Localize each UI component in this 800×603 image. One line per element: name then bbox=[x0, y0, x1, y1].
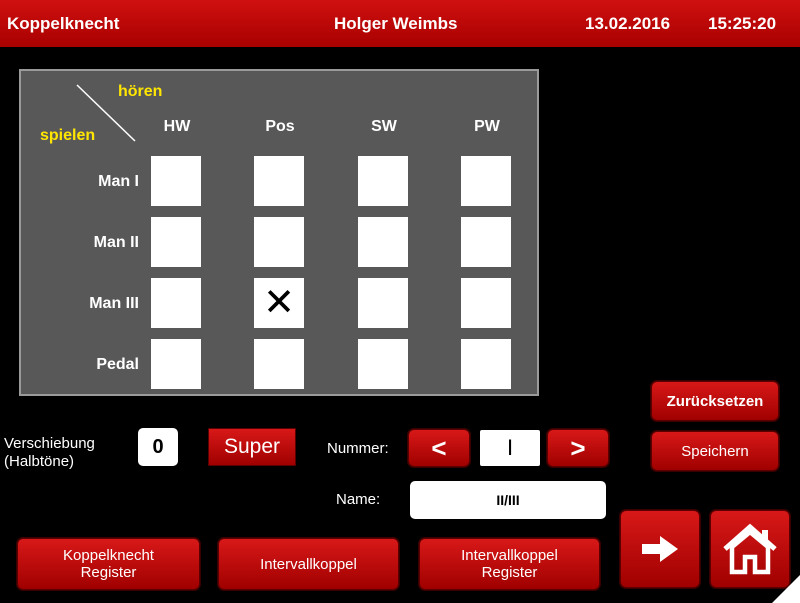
number-value: I bbox=[480, 430, 540, 466]
coupler-register-button[interactable]: Koppelknecht Register bbox=[17, 538, 200, 590]
save-button[interactable]: Speichern bbox=[651, 431, 779, 471]
column-header-hw: HW bbox=[163, 118, 191, 135]
user-name: Holger Weimbs bbox=[334, 14, 458, 33]
coupler-cell[interactable] bbox=[151, 156, 201, 206]
coupler-cell[interactable] bbox=[358, 217, 408, 267]
hear-label: hören bbox=[118, 83, 163, 100]
interval-coupler-button[interactable]: Intervallkoppel bbox=[218, 538, 399, 590]
coupler-register-line2: Register bbox=[80, 564, 137, 581]
transpose-label: Verschiebung (Halbtöne) bbox=[4, 435, 95, 471]
coupler-cell[interactable] bbox=[461, 278, 511, 328]
row-header-man-iii: Man III bbox=[89, 295, 139, 312]
coupler-cell[interactable]: ✕ bbox=[254, 278, 304, 328]
next-page-button[interactable] bbox=[620, 510, 700, 588]
super-button[interactable]: Super bbox=[208, 428, 296, 466]
time-display: 15:25:20 bbox=[708, 14, 777, 33]
column-header-sw: SW bbox=[371, 118, 397, 135]
coupler-cell[interactable] bbox=[151, 217, 201, 267]
row-header-man-i: Man I bbox=[98, 173, 139, 190]
previous-number-button[interactable]: < bbox=[408, 429, 470, 467]
coupler-cell[interactable] bbox=[461, 217, 511, 267]
transpose-label-line2: (Halbtöne) bbox=[4, 453, 75, 470]
home-button[interactable] bbox=[710, 510, 790, 588]
number-label: Nummer: bbox=[327, 440, 389, 457]
coupler-cell[interactable] bbox=[254, 217, 304, 267]
coupler-cell[interactable] bbox=[151, 339, 201, 389]
coupler-cell[interactable] bbox=[358, 339, 408, 389]
row-header-man-ii: Man II bbox=[93, 234, 139, 251]
coupler-cell[interactable] bbox=[151, 278, 201, 328]
name-label: Name: bbox=[336, 491, 381, 508]
coupler-cell[interactable] bbox=[461, 339, 511, 389]
coupler-cell[interactable] bbox=[461, 156, 511, 206]
name-field[interactable]: II/III bbox=[410, 481, 606, 519]
reset-button[interactable]: Zurücksetzen bbox=[651, 381, 779, 421]
interval-register-line2: Register bbox=[481, 564, 538, 581]
play-label: spielen bbox=[40, 127, 96, 144]
title-bar: Koppelknecht Holger Weimbs 13.02.2016 15… bbox=[0, 0, 800, 47]
coupler-cell[interactable] bbox=[254, 339, 304, 389]
coupler-cell[interactable] bbox=[358, 156, 408, 206]
arrow-right-icon bbox=[642, 536, 678, 562]
coupler-register-line1: Koppelknecht bbox=[63, 547, 154, 564]
check-mark-icon: ✕ bbox=[263, 282, 295, 324]
row-header-pedal: Pedal bbox=[96, 356, 139, 373]
coupler-cell[interactable] bbox=[358, 278, 408, 328]
column-header-pos: Pos bbox=[265, 118, 295, 135]
column-header-pw: PW bbox=[474, 118, 500, 135]
app-title: Koppelknecht bbox=[7, 14, 120, 33]
coupler-cell[interactable] bbox=[254, 156, 304, 206]
transpose-label-line1: Verschiebung bbox=[4, 435, 95, 452]
next-number-button[interactable]: > bbox=[547, 429, 609, 467]
date-display: 13.02.2016 bbox=[585, 14, 671, 33]
interval-register-line1: Intervallkoppel bbox=[461, 547, 558, 564]
home-icon bbox=[723, 523, 777, 575]
transpose-value[interactable]: 0 bbox=[138, 428, 178, 466]
interval-coupler-register-button[interactable]: Intervallkoppel Register bbox=[419, 538, 600, 590]
coupler-matrix-panel: hören spielen HW Pos SW PW Man I Man II … bbox=[19, 69, 539, 396]
